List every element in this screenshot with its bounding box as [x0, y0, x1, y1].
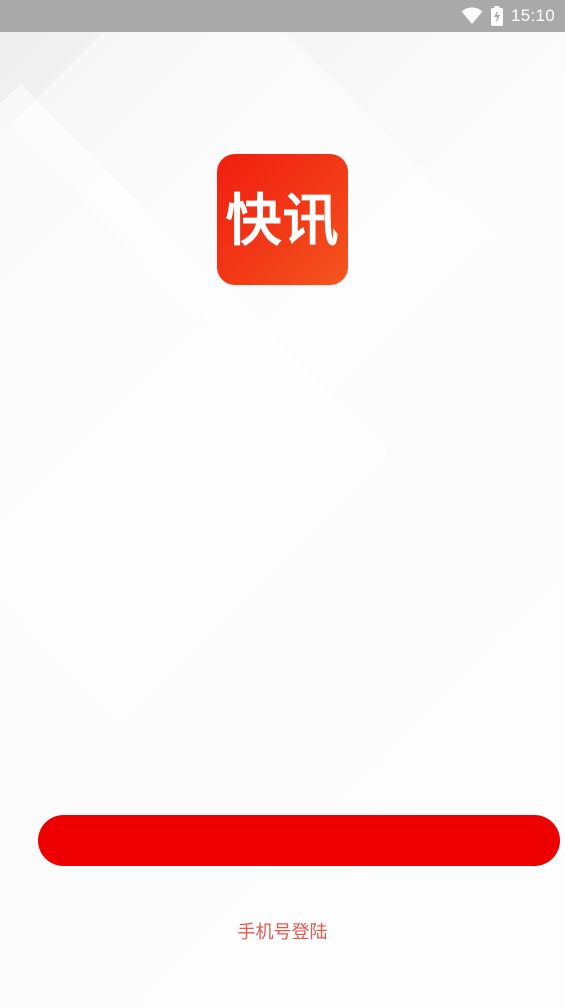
status-time: 15:10 — [510, 6, 555, 25]
battery-charging-icon — [490, 6, 503, 26]
app-logo-text: 快讯 — [225, 188, 340, 254]
app-logo: 快讯 — [217, 154, 348, 285]
wifi-icon — [461, 7, 483, 25]
status-bar: 15:10 — [0, 0, 565, 32]
primary-login-button[interactable] — [38, 815, 560, 866]
status-right: 15:10 — [461, 0, 555, 32]
phone-login-link[interactable]: 手机号登陆 — [0, 918, 565, 944]
